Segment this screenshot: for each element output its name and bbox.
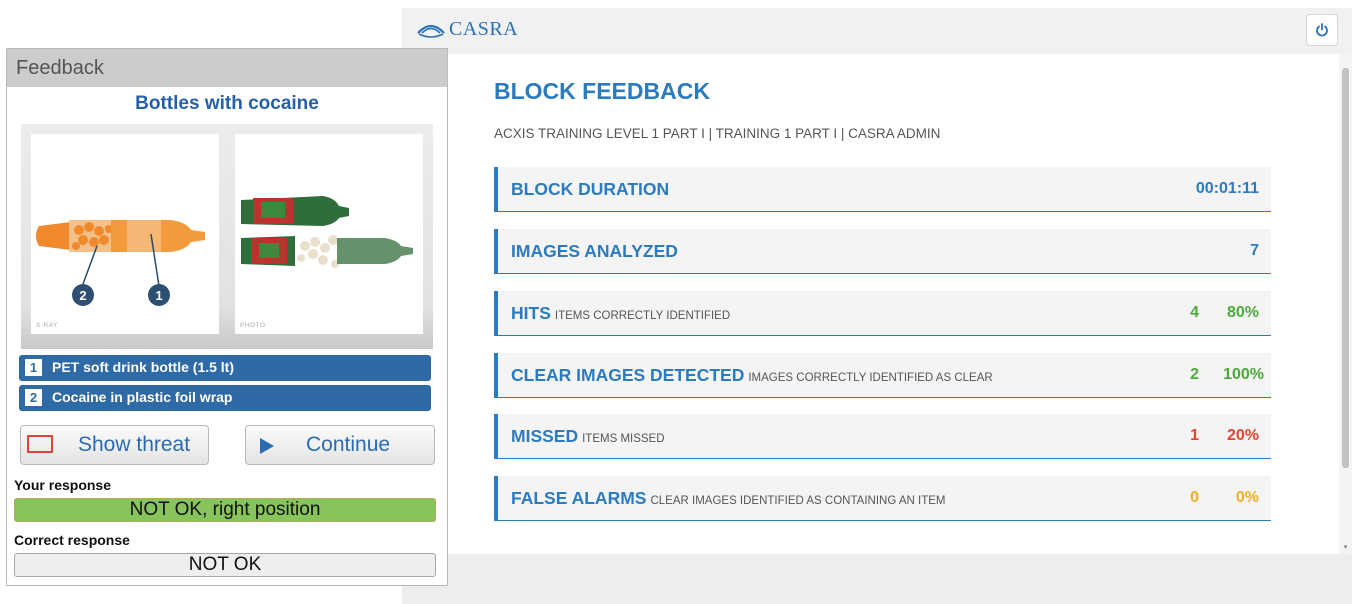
stat-label: MISSED [511,426,579,446]
threat-item-2: 2 Cocaine in plastic foil wrap [19,385,431,411]
continue-label: Continue [306,433,391,456]
stat-count: 2 [1190,366,1199,383]
stat-sublabel: ITEMS CORRECTLY IDENTIFIED [554,310,731,322]
casra-logo: CASRA [416,18,518,41]
xray-marker-1: 1 [155,288,162,303]
threat-number: 1 [25,359,42,376]
top-bar: CASRA [402,8,1352,54]
stat-block-duration: BLOCK DURATION 00:01:11 [494,167,1271,212]
page-title: BLOCK FEEDBACK [494,78,710,104]
power-button[interactable] [1306,14,1338,46]
eye-logo-icon [417,24,445,38]
correct-response-value: NOT OK [14,553,436,577]
threat-description: PET soft drink bottle (1.5 lt) [52,359,235,375]
feedback-panel: Feedback Bottles with cocaine 2 1 X-RAY … [6,48,448,586]
show-threat-button[interactable]: Show threat [20,425,209,465]
scroll-down-arrow-icon[interactable]: ▾ [1342,544,1349,551]
xray-bottle-illustration: 2 1 [36,220,205,306]
stat-sublabel: CLEAR IMAGES IDENTIFIED AS CONTAINING AN… [650,495,946,507]
power-icon [1316,23,1328,37]
stat-label: CLEAR IMAGES DETECTED [511,365,745,385]
stat-value: 0% [1235,489,1259,506]
bottom-strip [402,554,1352,604]
threat-box-icon [27,435,53,453]
photo-caption: PHOTO [240,322,266,329]
show-threat-label: Show threat [78,433,191,456]
play-icon [260,438,274,454]
threat-description: Cocaine in plastic foil wrap [52,389,233,405]
stat-label: IMAGES ANALYZED [511,241,678,261]
stat-value: 7 [1250,242,1259,259]
logo-text: CASRA [449,18,519,40]
stat-clear-images-detected: CLEAR IMAGES DETECTED IMAGES CORRECTLY ID… [494,353,1271,398]
stat-value: 00:01:11 [1195,180,1259,197]
stat-images-analyzed: IMAGES ANALYZED 7 [494,229,1271,274]
panel-header: Feedback [7,49,447,87]
casra-app-window: CASRA BLOCK FEEDBACK ACXIS TRAINING LEVE… [402,8,1352,604]
stat-false-alarms: FALSE ALARMS CLEAR IMAGES IDENTIFIED AS C… [494,476,1271,521]
block-feedback-content: BLOCK FEEDBACK ACXIS TRAINING LEVEL 1 PA… [402,54,1339,554]
vertical-scrollbar[interactable]: ▾ [1339,54,1352,554]
correct-response-label: Correct response [14,532,130,548]
xray-image: 2 1 X-RAY [31,134,219,334]
stat-hits: HITS ITEMS CORRECTLY IDENTIFIED 4 80% [494,291,1271,336]
stat-label: FALSE ALARMS [511,488,647,508]
stat-label: BLOCK DURATION [511,179,670,199]
xray-caption: X-RAY [36,322,58,329]
stat-missed: MISSED ITEMS MISSED 1 20% [494,414,1271,459]
threat-number: 2 [25,389,42,406]
stat-sublabel: ITEMS MISSED [582,433,665,445]
stat-value: 100% [1223,366,1264,383]
stat-value: 20% [1226,427,1259,444]
stat-label: HITS [511,303,551,323]
stat-value: 80% [1226,304,1259,321]
panel-header-title: Feedback [16,57,104,79]
scrollbar-thumb[interactable] [1342,68,1349,468]
stat-count: 0 [1190,489,1199,506]
your-response-label: Your response [14,477,111,493]
xray-marker-2: 2 [79,288,86,303]
breadcrumb: ACXIS TRAINING LEVEL 1 PART I | TRAINING… [494,126,941,141]
threat-image-area: 2 1 X-RAY PHOTO [21,124,433,349]
your-response-value: NOT OK, right position [14,498,436,522]
photo-image: PHOTO [235,134,423,334]
continue-button[interactable]: Continue [245,425,435,465]
stat-count: 4 [1190,304,1199,321]
photo-bottles-illustration [241,196,413,268]
stat-count: 1 [1190,427,1199,444]
threat-item-1: 1 PET soft drink bottle (1.5 lt) [19,355,431,381]
stat-sublabel: IMAGES CORRECTLY IDENTIFIED AS CLEAR [748,372,993,384]
threat-title: Bottles with cocaine [135,93,319,114]
